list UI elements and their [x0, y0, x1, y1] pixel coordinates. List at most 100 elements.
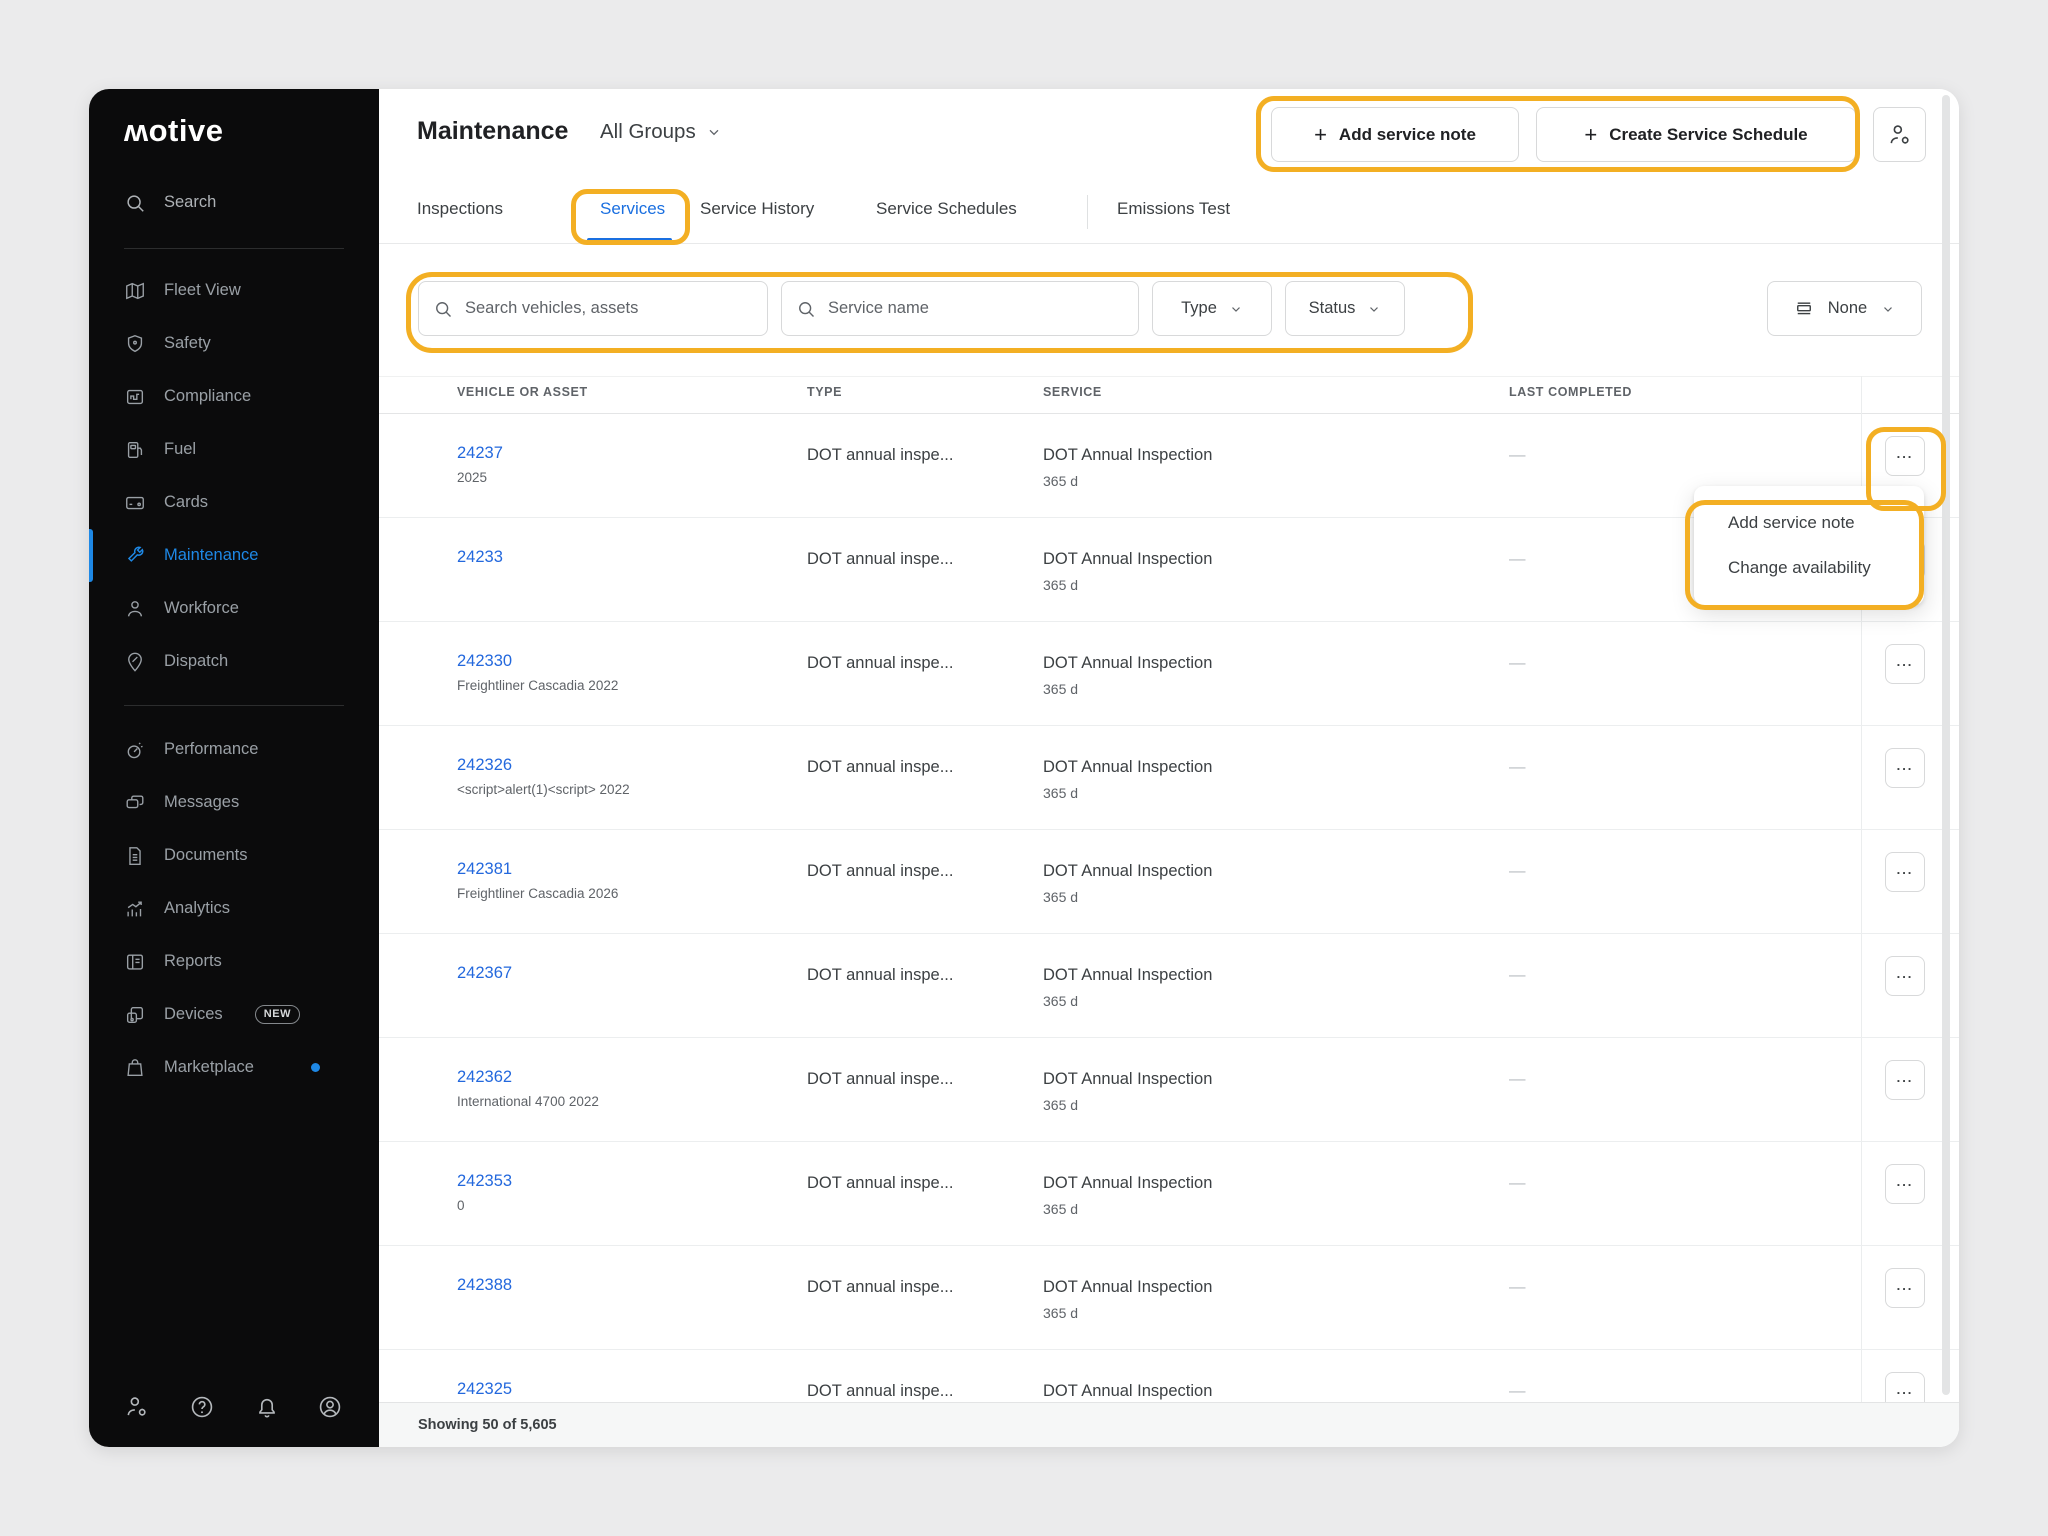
sidebar-item-reports[interactable]: Reports [89, 935, 379, 988]
sidebar-item-performance[interactable]: Performance [89, 723, 379, 776]
fuel-pump-icon [124, 439, 146, 461]
report-table-icon [124, 951, 146, 973]
vehicle-link[interactable]: 24233 [457, 548, 503, 566]
vehicle-link[interactable]: 242367 [457, 964, 512, 982]
notification-dot [311, 1063, 320, 1072]
sidebar-item-devices[interactable]: Devices NEW [89, 988, 379, 1041]
credit-card-icon [124, 492, 146, 514]
vehicle-subtitle: International 4700 2022 [457, 1094, 599, 1109]
row-actions-button[interactable]: ... [1885, 852, 1925, 892]
table-row: 242381Freightliner Cascadia 2026 DOT ann… [379, 830, 1959, 934]
sidebar-item-workforce[interactable]: Workforce [89, 582, 379, 635]
table-row: 242362 International 4700 2022 DOT annual… [379, 1038, 1959, 1142]
shopping-bag-icon [124, 1057, 146, 1079]
add-service-note-button[interactable]: + Add service note [1271, 107, 1519, 162]
vehicle-link[interactable]: 242330 [457, 652, 512, 670]
sidebar-item-cards[interactable]: Cards [89, 476, 379, 529]
vehicle-link[interactable]: 242326 [457, 756, 512, 774]
vehicle-link[interactable]: 242388 [457, 1276, 512, 1294]
service-interval: 365 d [1043, 1097, 1212, 1113]
last-completed-cell: — [1509, 862, 1526, 881]
tab-service-schedules[interactable]: Service Schedules [876, 199, 1017, 219]
tab-inspections[interactable]: Inspections [417, 199, 503, 219]
vehicle-link[interactable]: 24237 [457, 444, 503, 462]
sidebar-item-safety[interactable]: Safety [89, 317, 379, 370]
group-selector[interactable]: All Groups [600, 120, 722, 144]
type-cell: DOT annual inspe... [807, 862, 953, 881]
type-cell: DOT annual inspe... [807, 1070, 953, 1089]
sidebar-item-label: Marketplace [164, 1058, 254, 1077]
row-actions-button[interactable]: ... [1885, 748, 1925, 788]
tab-emissions-test[interactable]: Emissions Test [1117, 199, 1230, 219]
sidebar-search[interactable]: Search [89, 176, 379, 229]
notifications-bell-button[interactable]: 37 [252, 1392, 282, 1422]
results-summary: Showing 50 of 5,605 [418, 1417, 557, 1433]
menu-item-change-availability[interactable]: Change availability [1694, 545, 1924, 590]
vehicle-subtitle: 2025 [457, 470, 503, 485]
table-row: 242367 DOT annual inspe... DOT Annual In… [379, 934, 1959, 1038]
column-header-last-completed: LAST COMPLETED [1509, 385, 1632, 399]
table-row: 242330Freightliner Cascadia 2022 DOT ann… [379, 622, 1959, 726]
vehicle-subtitle: 0 [457, 1198, 512, 1213]
tab-services[interactable]: Services [600, 199, 665, 219]
admin-user-gear-button[interactable] [122, 1392, 152, 1422]
sidebar-item-maintenance[interactable]: Maintenance [89, 529, 379, 582]
column-header-type: TYPE [807, 385, 842, 399]
tab-service-history[interactable]: Service History [700, 199, 814, 219]
menu-item-add-service-note[interactable]: Add service note [1694, 500, 1924, 545]
sidebar-item-fleet-view[interactable]: Fleet View [89, 264, 379, 317]
type-filter-dropdown[interactable]: Type [1152, 281, 1272, 336]
last-completed-cell: — [1509, 446, 1526, 465]
last-completed-cell: — [1509, 550, 1526, 569]
gauge-icon [124, 739, 146, 761]
sidebar-item-label: Reports [164, 952, 222, 971]
vehicle-subtitle: <script>alert(1)<script> 2022 [457, 782, 630, 797]
row-actions-button[interactable]: ... [1885, 436, 1925, 476]
search-icon [796, 299, 816, 319]
service-cell: DOT Annual Inspection [1043, 550, 1212, 569]
vehicle-link[interactable]: 242325 [457, 1380, 512, 1398]
sidebar-item-analytics[interactable]: Analytics [89, 882, 379, 935]
service-cell: DOT Annual Inspection [1043, 1382, 1212, 1401]
vertical-scrollbar[interactable] [1942, 95, 1950, 1395]
sidebar-item-marketplace[interactable]: Marketplace [89, 1041, 379, 1094]
service-cell: DOT Annual Inspection [1043, 966, 1212, 985]
vehicle-link[interactable]: 242362 [457, 1068, 512, 1086]
row-actions-button[interactable]: ... [1885, 644, 1925, 684]
row-actions-button[interactable]: ... [1885, 1164, 1925, 1204]
status-filter-dropdown[interactable]: Status [1285, 281, 1405, 336]
create-service-schedule-button[interactable]: + Create Service Schedule [1536, 107, 1856, 162]
vehicle-link[interactable]: 242353 [457, 1172, 512, 1190]
mechanic-settings-button[interactable] [1873, 107, 1926, 162]
chevron-down-icon [1229, 302, 1243, 316]
sidebar-item-documents[interactable]: Documents [89, 829, 379, 882]
sidebar-item-messages[interactable]: Messages [89, 776, 379, 829]
type-cell: DOT annual inspe... [807, 1382, 953, 1401]
active-indicator [89, 529, 93, 582]
service-cell: DOT Annual Inspection [1043, 654, 1212, 673]
row-actions-button[interactable]: ... [1885, 1268, 1925, 1308]
sidebar-item-fuel[interactable]: Fuel [89, 423, 379, 476]
row-actions-button[interactable]: ... [1885, 956, 1925, 996]
table-header-row [379, 376, 1959, 414]
help-icon-button[interactable] [187, 1392, 217, 1422]
service-cell: DOT Annual Inspection [1043, 1174, 1212, 1193]
vehicle-link[interactable]: 242381 [457, 860, 512, 878]
vehicle-search-input[interactable] [463, 298, 767, 319]
service-cell: DOT Annual Inspection [1043, 1070, 1212, 1089]
group-by-dropdown[interactable]: None [1767, 281, 1922, 336]
new-badge: NEW [255, 1005, 300, 1024]
service-name-input[interactable] [826, 298, 1138, 319]
person-icon [124, 598, 146, 620]
service-cell: DOT Annual Inspection [1043, 758, 1212, 777]
add-service-note-label: Add service note [1339, 125, 1476, 145]
service-cell: DOT Annual Inspection [1043, 446, 1212, 465]
table-row: 242388 DOT annual inspe... DOT Annual In… [379, 1246, 1959, 1350]
sidebar-item-dispatch[interactable]: Dispatch [89, 635, 379, 688]
type-filter-label: Type [1181, 299, 1217, 318]
sidebar-item-compliance[interactable]: Compliance [89, 370, 379, 423]
row-actions-button[interactable]: ... [1885, 1060, 1925, 1100]
table-footer: Showing 50 of 5,605 [379, 1402, 1959, 1447]
chevron-down-icon [1367, 302, 1381, 316]
account-icon-button[interactable] [315, 1392, 345, 1422]
